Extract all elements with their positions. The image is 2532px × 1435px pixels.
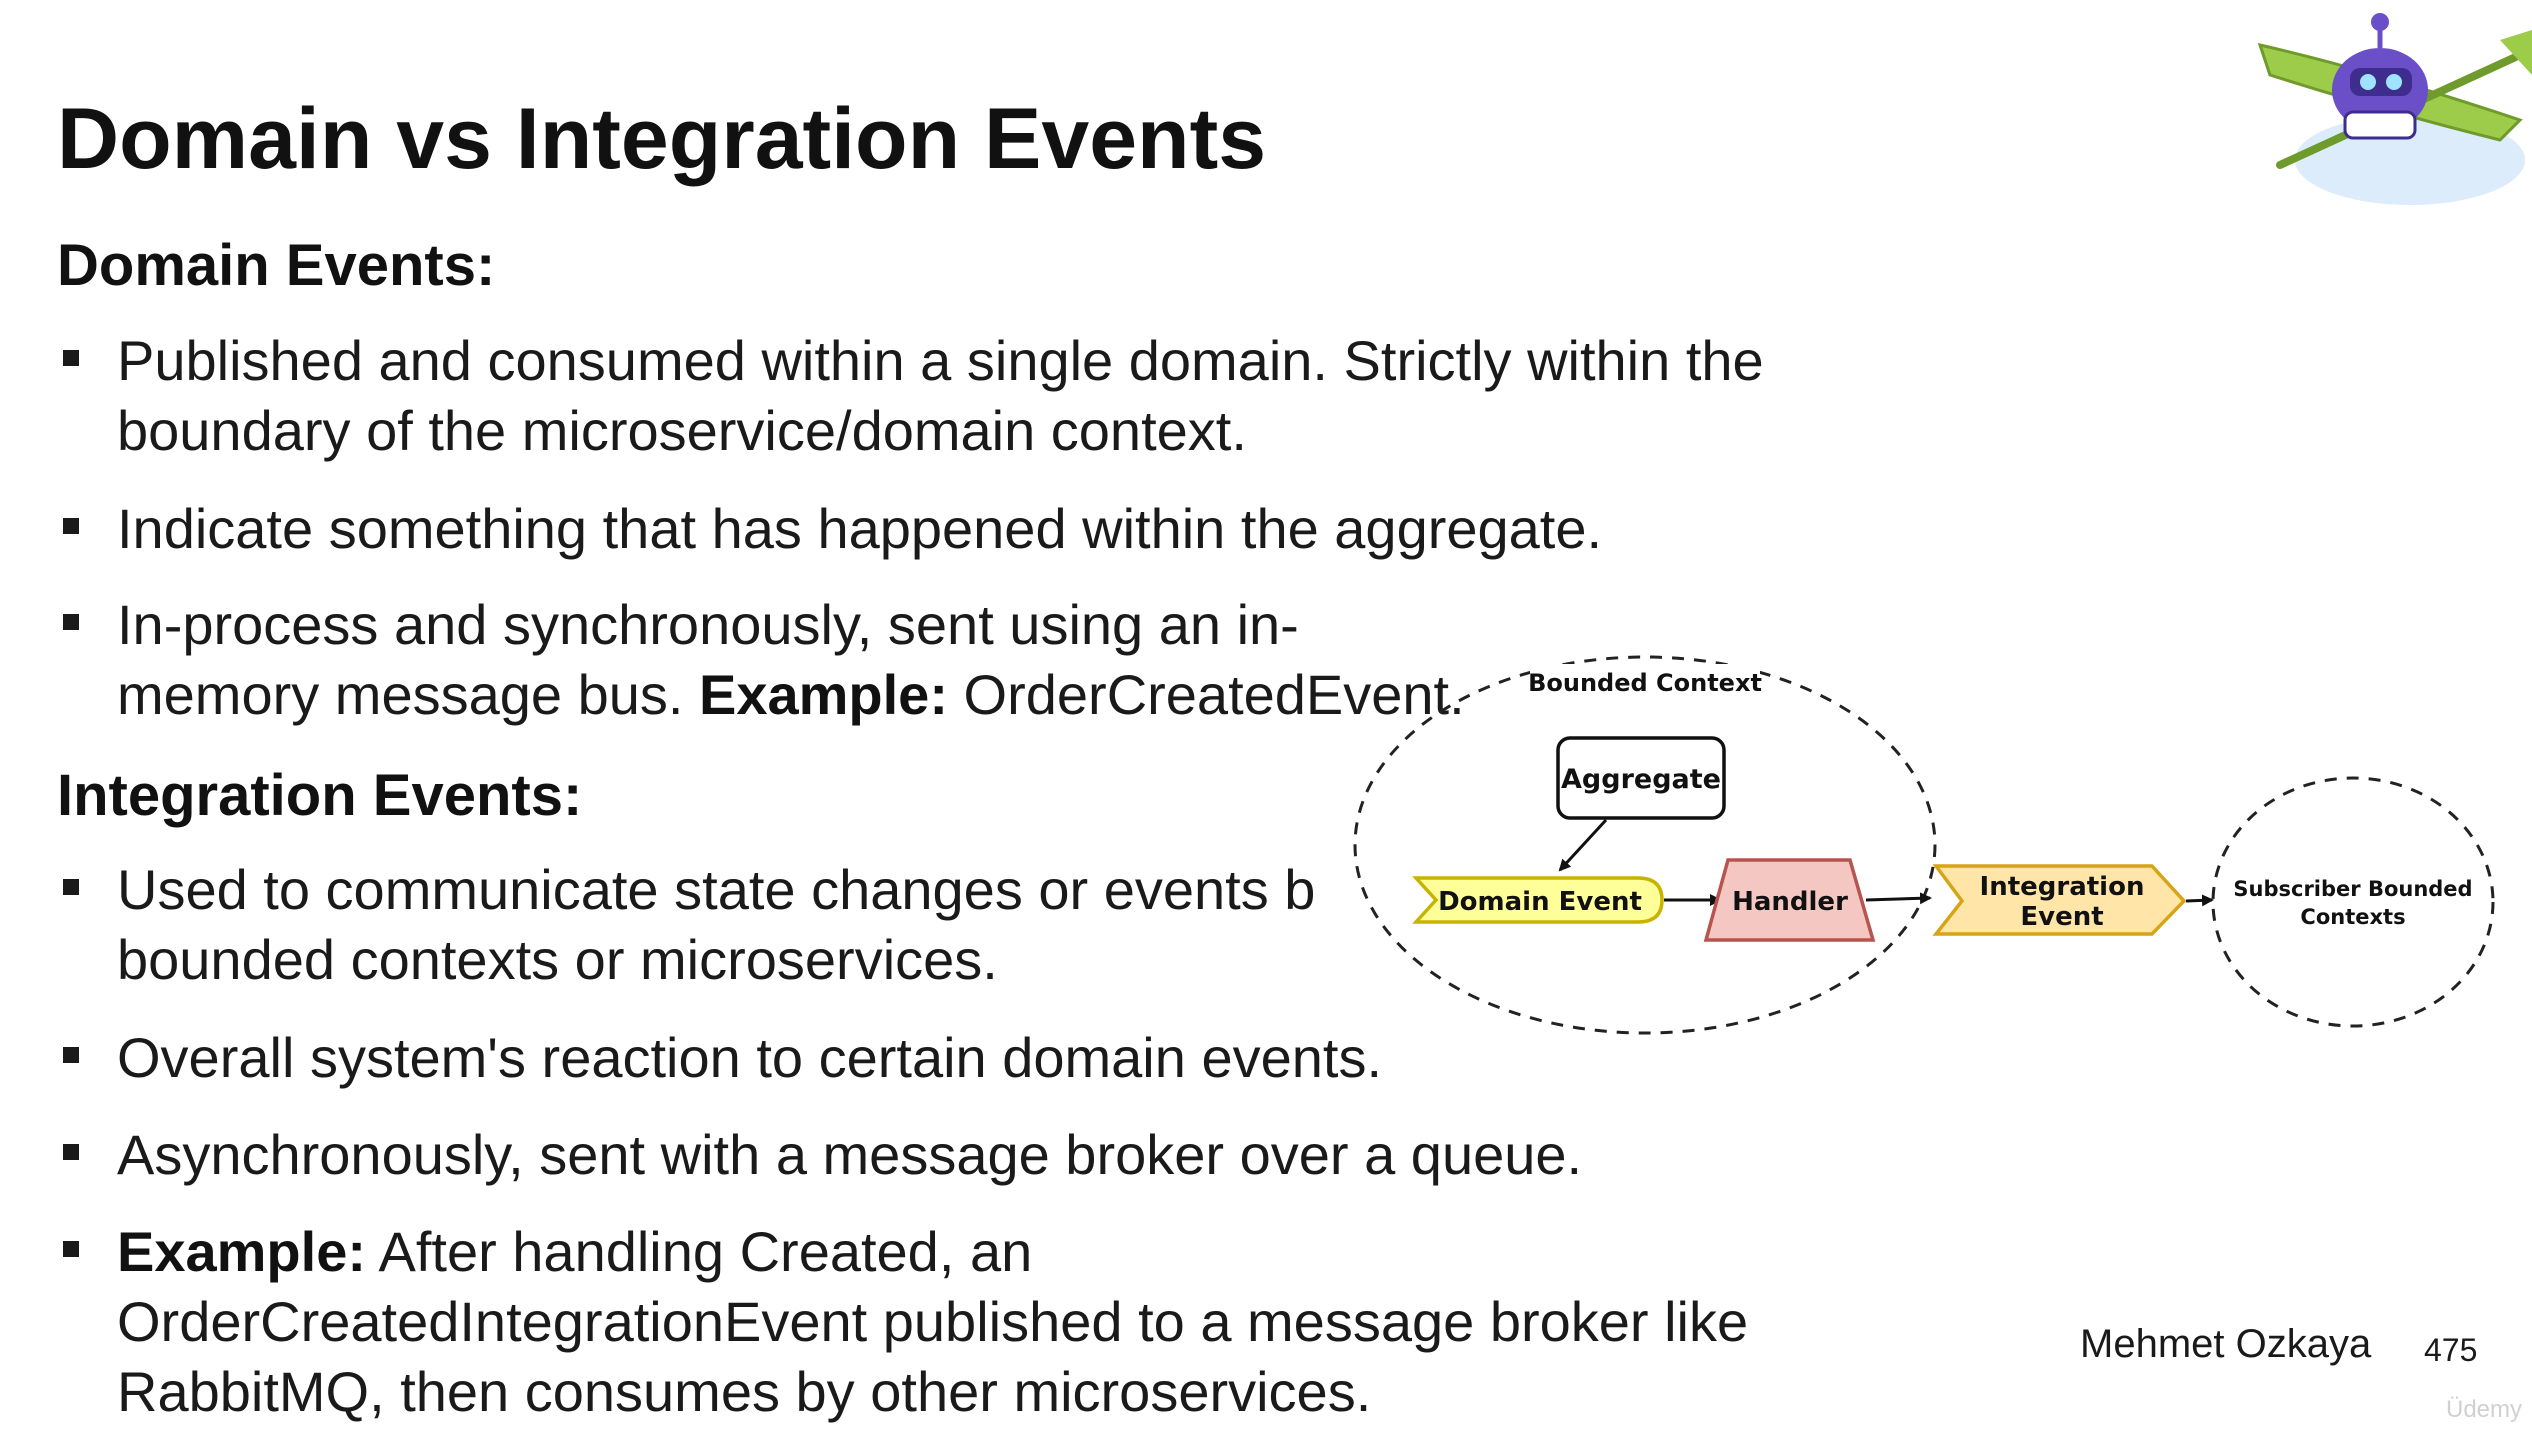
handler-label: Handler xyxy=(1732,887,1848,917)
domain-event-label: Domain Event xyxy=(1438,887,1642,917)
udemy-watermark: Üdemy xyxy=(2446,1396,2523,1423)
aggregate-to-domain-event-arrow xyxy=(1558,818,1608,872)
author-name: Mehmet Ozkaya xyxy=(2080,1322,2372,1366)
subscriber-bounded-contexts-boundary xyxy=(2211,776,2495,1028)
bounded-context-boundary xyxy=(1353,655,1937,1035)
subscriber-label-line1: Subscriber Bounded xyxy=(2233,877,2472,901)
integration-event-to-subscriber-arrow xyxy=(2185,894,2214,907)
subscriber-label-line2: Contexts xyxy=(2300,905,2405,929)
event-flow-diagram: Bounded Context Aggregate Domain Event H… xyxy=(1353,655,2495,1035)
integration-event-label-line2: Event xyxy=(2020,902,2103,932)
handler-to-integration-event-arrow xyxy=(1865,892,1932,905)
aggregate-label: Aggregate xyxy=(1561,764,1721,795)
kayak-robot-icon xyxy=(2257,13,2532,205)
integration-event-label-line1: Integration xyxy=(1980,872,2145,902)
page-number: 475 xyxy=(2424,1332,2478,1368)
bounded-context-label: Bounded Context xyxy=(1528,669,1762,697)
